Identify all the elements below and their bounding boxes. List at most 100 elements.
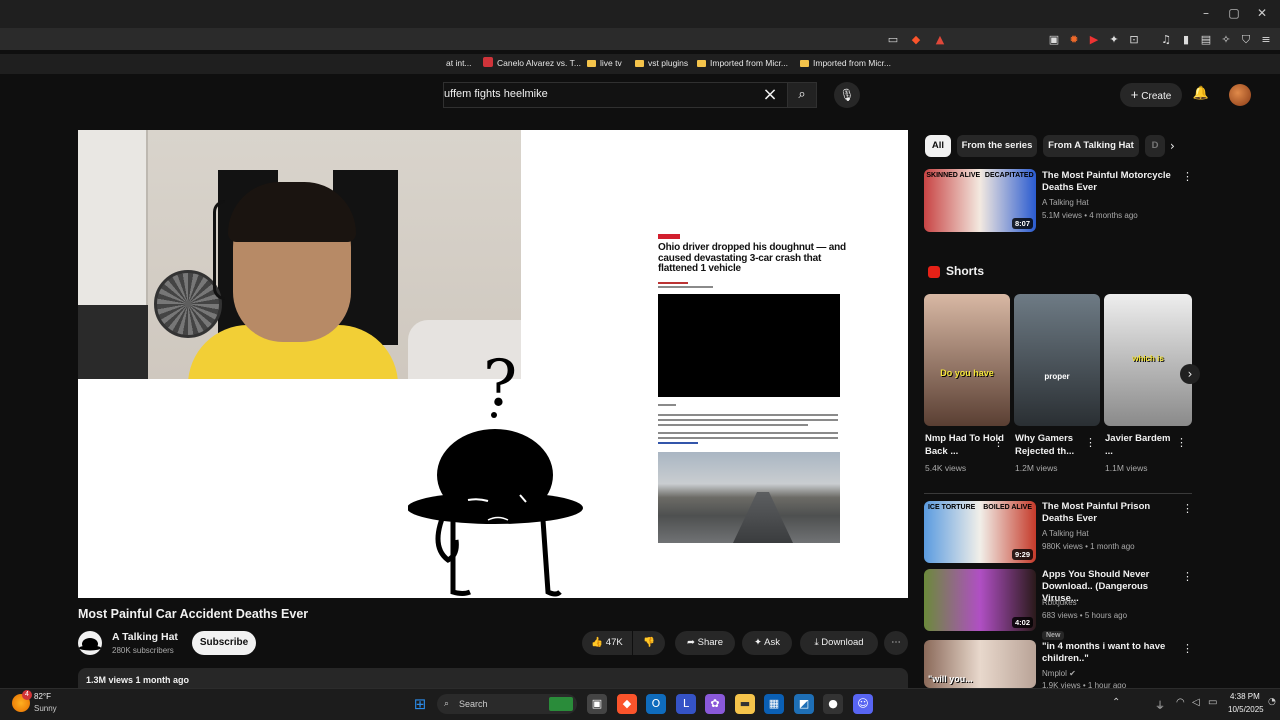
short-title[interactable]: Why Gamers Rejected th... — [1015, 432, 1095, 458]
shorts-next-icon[interactable]: › — [1180, 364, 1200, 384]
related-channel[interactable]: A Talking Hat — [1042, 197, 1089, 209]
kebab-menu-icon[interactable]: ⋮ — [1176, 436, 1187, 449]
create-button[interactable]: + Create — [1120, 83, 1182, 107]
menu-icon[interactable]: ≡ — [1259, 33, 1273, 47]
video-player[interactable]: ? Ohio driver dropped his doughnut — and… — [78, 130, 908, 598]
related-channel[interactable]: Nmplol ✔ — [1042, 668, 1076, 680]
ask-button[interactable]: ✦ Ask — [742, 631, 792, 655]
subscribe-button[interactable]: Subscribe — [192, 631, 256, 655]
discord-icon[interactable]: ☺ — [853, 694, 873, 714]
bookmark-item[interactable]: Canelo Alvarez vs. T... — [483, 56, 581, 70]
bookmark-folder[interactable]: live tv — [587, 56, 622, 70]
brave-browser-icon[interactable]: ◆ — [617, 694, 637, 714]
puzzle-icon[interactable]: ✦ — [1107, 33, 1121, 47]
chip-more[interactable]: D — [1145, 135, 1165, 157]
weather-temperature[interactable]: 82°F — [34, 692, 51, 701]
folder-icon — [587, 60, 596, 67]
short-views: 1.2M views — [1015, 463, 1058, 473]
channel-name[interactable]: A Talking Hat — [112, 631, 178, 643]
youtube-ext-icon[interactable]: ▶ — [1087, 33, 1101, 47]
short-thumbnail[interactable]: which is — [1104, 294, 1192, 426]
taskbar-search-label: Search — [459, 699, 488, 709]
windows-start-icon[interactable]: ⊞ — [410, 694, 430, 714]
microphone-icon[interactable]: 🎙 — [834, 82, 860, 108]
search-query-text[interactable]: uffem fights heelmike — [444, 88, 548, 100]
more-actions-icon[interactable]: ⋯ — [884, 631, 908, 655]
account-avatar[interactable] — [1229, 84, 1251, 106]
close-window-icon[interactable]: ✕ — [1252, 6, 1272, 22]
bookmark-item[interactable]: at int... — [446, 56, 472, 70]
app-l-icon[interactable]: L — [676, 694, 696, 714]
download-label: Download — [821, 637, 864, 648]
description-box[interactable] — [78, 668, 908, 690]
media-icon[interactable]: ♫ — [1159, 33, 1173, 47]
like-button[interactable]: 👍 47K — [582, 631, 632, 655]
usb-icon[interactable]: ⏚ — [1155, 697, 1165, 712]
search-icon[interactable]: ⌕ — [787, 82, 817, 108]
related-channel[interactable]: A Talking Hat — [1042, 528, 1089, 540]
photos-icon[interactable]: ◩ — [794, 694, 814, 714]
related-title[interactable]: The Most Painful Prison Deaths Ever — [1042, 501, 1182, 525]
chip-from-series[interactable]: From the series — [957, 135, 1037, 157]
bookmark-folder[interactable]: Imported from Micr... — [800, 56, 891, 70]
extension-icon-2[interactable]: ✹ — [1067, 33, 1081, 47]
short-thumbnail[interactable]: proper — [1014, 294, 1100, 426]
chip-from-channel[interactable]: From A Talking Hat — [1043, 135, 1139, 157]
kebab-menu-icon[interactable]: ⋮ — [1182, 502, 1193, 515]
chevron-right-icon[interactable]: › — [1170, 139, 1175, 153]
related-title[interactable]: "in 4 months i want to have children.." — [1042, 641, 1182, 665]
related-thumbnail[interactable]: ICE TORTURE BOILED ALIVE 9:29 — [924, 501, 1036, 563]
taskbar-search-input[interactable]: ⌕ Search — [437, 694, 577, 714]
vpn-icon[interactable]: ⛉ — [1239, 33, 1253, 47]
article-headline: Ohio driver dropped his doughnut — and c… — [658, 242, 846, 274]
dislike-button[interactable]: 👎 — [633, 631, 665, 655]
notifications-bell-icon[interactable]: 🔔 — [1192, 86, 1210, 104]
volume-icon[interactable]: ◁ — [1192, 697, 1200, 708]
leo-icon[interactable]: ✧ — [1219, 33, 1233, 47]
obs-icon[interactable]: ● — [823, 694, 843, 714]
thumb-caption: DECAPITATED — [984, 172, 1034, 179]
clock-time[interactable]: 4:38 PM — [1230, 692, 1260, 701]
tray-overflow-icon[interactable]: ⌃ — [1112, 697, 1120, 708]
related-thumbnail[interactable]: SKINNED ALIVE DECAPITATED 8:07 — [924, 169, 1036, 232]
short-title[interactable]: Javier Bardem ... — [1105, 432, 1175, 458]
share-button[interactable]: ➦ Share — [675, 631, 735, 655]
short-thumbnail[interactable]: Do you have — [924, 294, 1010, 426]
battery-icon[interactable]: ▭ — [1208, 697, 1217, 708]
related-channel[interactable]: Rblxjukes — [1042, 597, 1077, 609]
related-thumbnail[interactable]: "will you... — [924, 640, 1036, 688]
wifi-icon[interactable]: ◠ — [1176, 697, 1185, 708]
kebab-menu-icon[interactable]: ⋮ — [1182, 642, 1193, 655]
channel-avatar[interactable] — [78, 631, 102, 655]
sidebar-icon[interactable]: ▮ — [1179, 33, 1193, 47]
store-icon[interactable]: ▦ — [764, 694, 784, 714]
thumb-caption: BOILED ALIVE — [983, 504, 1032, 511]
download-button[interactable]: ⤓ Download — [800, 631, 878, 655]
kebab-menu-icon[interactable]: ⋮ — [993, 436, 1004, 449]
wallet-icon[interactable]: ▤ — [1199, 33, 1213, 47]
notification-center-icon[interactable]: ◔ — [1268, 697, 1276, 707]
weather-description[interactable]: Sunny — [34, 704, 57, 713]
chip-all[interactable]: All — [925, 135, 951, 157]
file-explorer-icon[interactable]: ▬ — [735, 694, 755, 714]
maximize-icon[interactable]: ▢ — [1224, 6, 1244, 22]
clock-date[interactable]: 10/5/2025 — [1228, 705, 1264, 714]
brave-shield-icon[interactable]: ◆ — [909, 33, 923, 47]
browser-titlebar — [0, 0, 1280, 28]
minimize-icon[interactable]: – — [1196, 6, 1216, 22]
screenshot-icon[interactable]: ⊡ — [1127, 33, 1141, 47]
copilot-icon[interactable]: ✿ — [705, 694, 725, 714]
kebab-menu-icon[interactable]: ⋮ — [1182, 570, 1193, 583]
bookmark-folder[interactable]: vst plugins — [635, 56, 688, 70]
outlook-icon[interactable]: O — [646, 694, 666, 714]
bookmark-folder[interactable]: Imported from Micr... — [697, 56, 788, 70]
kebab-menu-icon[interactable]: ⋮ — [1085, 436, 1096, 449]
clear-search-icon[interactable]: × — [760, 83, 780, 107]
related-thumbnail[interactable]: 4:02 — [924, 569, 1036, 631]
related-title[interactable]: The Most Painful Motorcycle Deaths Ever — [1042, 170, 1182, 194]
rewards-icon[interactable]: ▲ — [933, 33, 947, 47]
kebab-menu-icon[interactable]: ⋮ — [1182, 170, 1193, 183]
extension-icon[interactable]: ▣ — [1047, 33, 1061, 47]
task-view-icon[interactable]: ▣ — [587, 694, 607, 714]
cast-icon[interactable]: ▭ — [886, 33, 900, 47]
